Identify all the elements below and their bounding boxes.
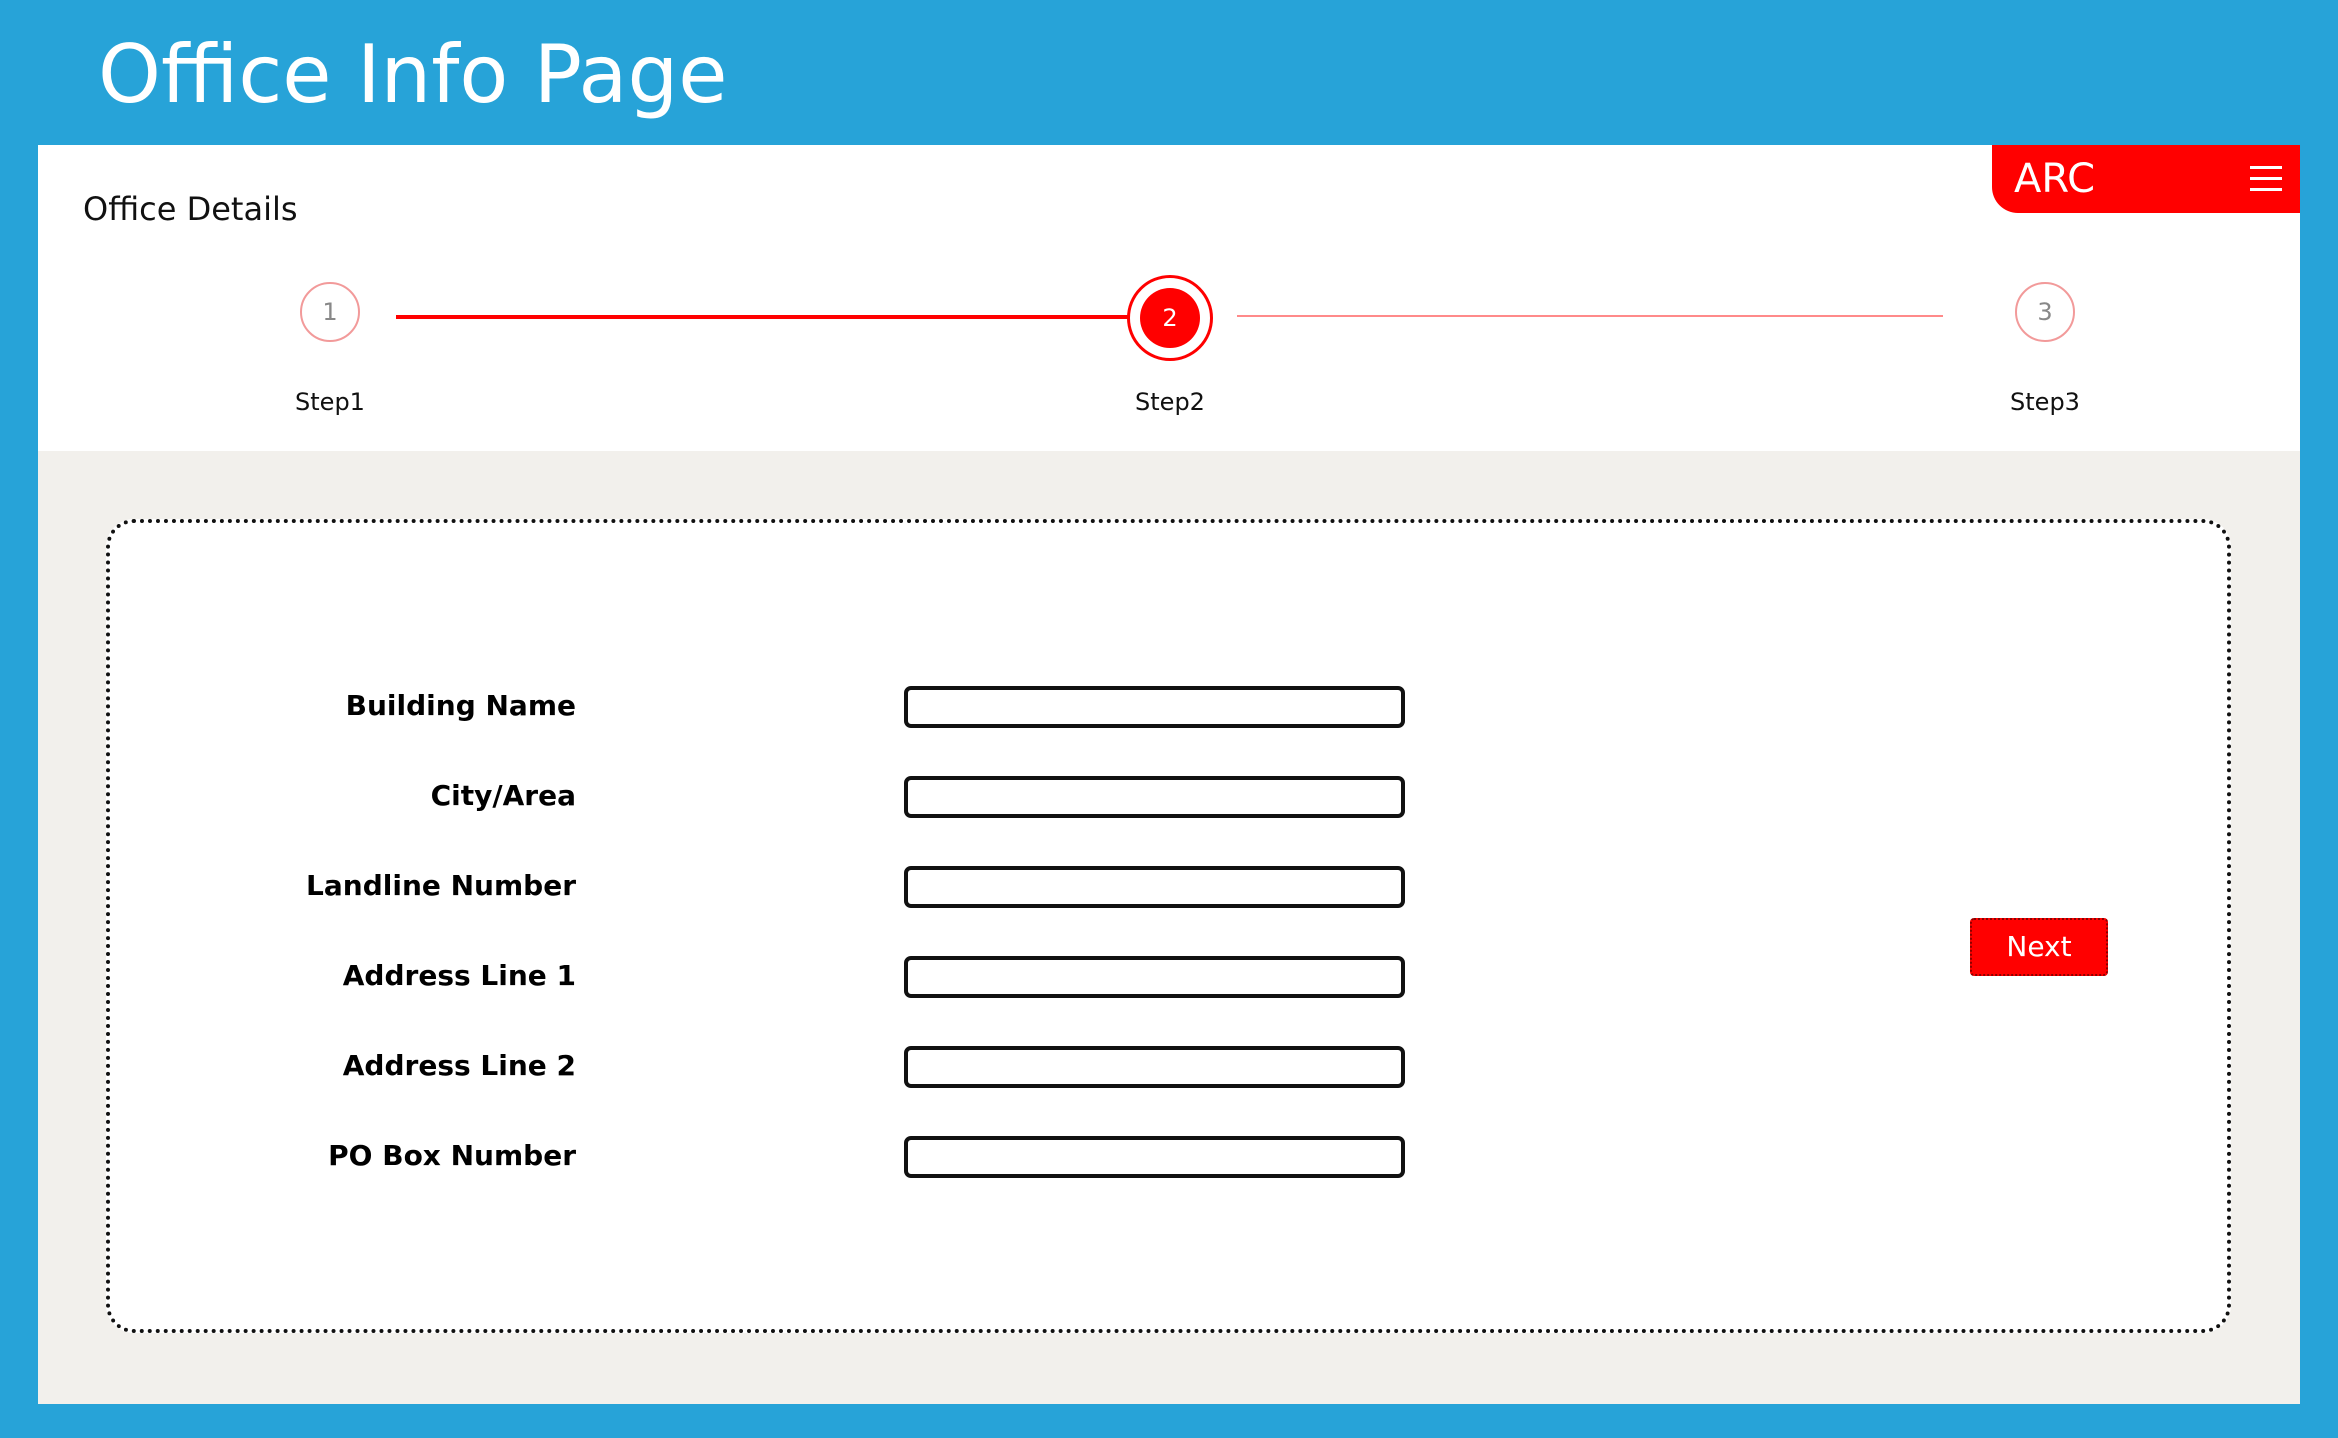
next-button[interactable]: Next: [1970, 918, 2108, 976]
city-area-input[interactable]: [904, 776, 1405, 818]
section-title: Office Details: [83, 190, 298, 228]
step-2-label: Step2: [1135, 388, 1205, 416]
po-box-number-input[interactable]: [904, 1136, 1405, 1178]
landline-number-input[interactable]: [904, 866, 1405, 908]
step-3-circle[interactable]: 3: [2015, 282, 2075, 342]
building-name-label: Building Name: [345, 689, 576, 722]
hamburger-menu-icon[interactable]: [2250, 166, 2282, 192]
step-1-label: Step1: [295, 388, 365, 416]
building-name-input[interactable]: [904, 686, 1405, 728]
main-panel: Office Details ARC 1 Step1 2 Step2 3 Ste…: [38, 145, 2300, 1404]
address-line-2-input[interactable]: [904, 1046, 1405, 1088]
step-2-circle[interactable]: 2: [1127, 275, 1213, 361]
landline-number-label: Landline Number: [306, 869, 576, 902]
step-2-number: 2: [1140, 288, 1200, 348]
office-details-form: Building Name City/Area Landline Number …: [106, 519, 2231, 1333]
brand-bar: ARC: [1992, 145, 2300, 213]
po-box-number-label: PO Box Number: [328, 1139, 576, 1172]
address-line-1-input[interactable]: [904, 956, 1405, 998]
step-1-circle[interactable]: 1: [300, 282, 360, 342]
stepper-header: Office Details ARC 1 Step1 2 Step2 3 Ste…: [38, 145, 2300, 451]
brand-name: ARC: [2014, 156, 2096, 202]
city-area-label: City/Area: [430, 779, 576, 812]
address-line-2-label: Address Line 2: [342, 1049, 576, 1082]
address-line-1-label: Address Line 1: [342, 959, 576, 992]
page-title: Office Info Page: [98, 28, 728, 121]
step-3-label: Step3: [2010, 388, 2080, 416]
stepper-connector-pending: [1237, 315, 1943, 317]
stepper-connector-completed: [396, 315, 1141, 319]
